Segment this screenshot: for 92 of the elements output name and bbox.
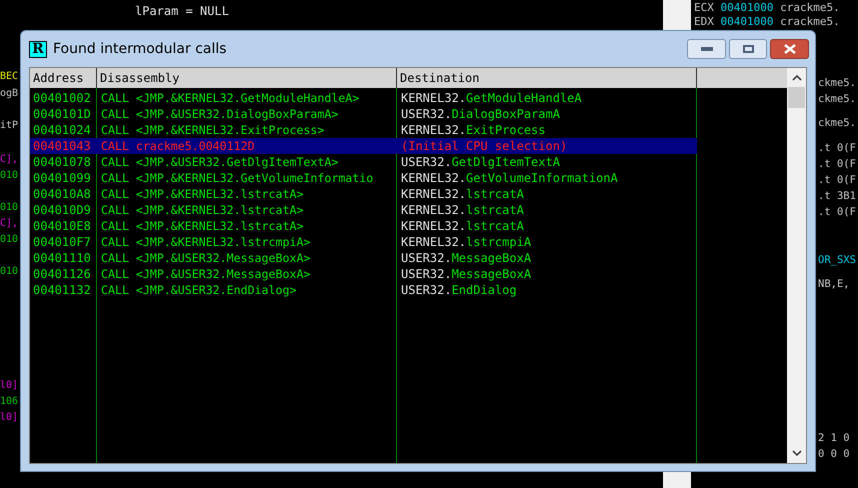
register-fragment: .t 0(F bbox=[818, 205, 856, 219]
register-fragment: ckme5. bbox=[818, 92, 856, 106]
address-cell-text: 004010A8 bbox=[32, 186, 92, 202]
destination-cell-text: USER32.GetDlgItemTextA bbox=[400, 154, 561, 170]
code-fragment: 010 bbox=[0, 201, 18, 215]
disassembly-cell-text: CALL <JMP.&KERNEL32.lstrcatA> bbox=[100, 186, 304, 202]
table-row[interactable]: 004010A8 CALL <JMP.&KERNEL32.lstrcatA> KERNEL32.lstrcatA bbox=[30, 186, 697, 202]
close-button[interactable] bbox=[770, 39, 809, 59]
code-fragment: ogB bbox=[0, 87, 18, 101]
maximize-button[interactable] bbox=[729, 39, 767, 59]
scroll-down-icon bbox=[792, 450, 802, 456]
destination-cell-text: KERNEL32.GetModuleHandleA bbox=[400, 90, 583, 106]
scroll-up-icon bbox=[792, 75, 802, 81]
disassembly-cell-text: CALL crackme5.0040112D bbox=[100, 138, 256, 154]
address-cell-text: 00401110 bbox=[32, 250, 92, 266]
register-fragment: 2 1 0 bbox=[818, 431, 850, 445]
disassembly-cell-text: CALL <JMP.&KERNEL32.GetModuleHandleA> bbox=[100, 90, 360, 106]
disassembly-cell-text: CALL <JMP.&USER32.EndDialog> bbox=[100, 282, 298, 298]
register-fragment: .t 0(F bbox=[818, 173, 856, 187]
scrollbar[interactable] bbox=[787, 68, 806, 463]
address-cell-text: 004010E8 bbox=[32, 218, 92, 234]
table-row[interactable]: 00401043 CALL crackme5.0040112D (Initial CPU selection) bbox=[30, 138, 697, 154]
scroll-thumb[interactable] bbox=[788, 87, 805, 108]
close-icon bbox=[784, 44, 796, 54]
address-cell-text: 00401024 bbox=[32, 122, 92, 138]
register-fragment: OR_SXS bbox=[818, 253, 856, 267]
register-fragment: ckme5. bbox=[818, 76, 856, 90]
code-fragment: l0] bbox=[0, 379, 18, 393]
table-row[interactable]: 00401024 CALL <JMP.&KERNEL32.ExitProcess> KERNEL32.ExitProcess bbox=[30, 122, 697, 138]
register-fragment: 0 0 0 bbox=[818, 447, 850, 461]
destination-cell-text: KERNEL32.lstrcatA bbox=[400, 202, 525, 218]
address-cell-text: 0040101D bbox=[32, 106, 92, 122]
destination-cell-text: KERNEL32.lstrcatA bbox=[400, 218, 525, 234]
code-fragment: C], bbox=[0, 153, 18, 167]
register-line: ECX 00401000 crackme5. bbox=[694, 1, 840, 15]
code-fragment: 010 bbox=[0, 233, 18, 247]
address-cell-text: 00401078 bbox=[32, 154, 92, 170]
table-row[interactable]: 004010F7 CALL <JMP.&KERNEL32.lstrcmpiA> KERNEL32.lstrcmpiA bbox=[30, 234, 697, 250]
destination-cell-text: KERNEL32.lstrcmpiA bbox=[400, 234, 532, 250]
disassembly-cell-text: CALL <JMP.&KERNEL32.lstrcatA> bbox=[100, 202, 304, 218]
code-fragment: 010 bbox=[0, 169, 18, 183]
destination-cell-text: USER32.MessageBoxA bbox=[400, 250, 532, 266]
address-cell-text: 00401002 bbox=[32, 90, 92, 106]
destination-cell-text: USER32.MessageBoxA bbox=[400, 266, 532, 282]
destination-cell-text: KERNEL32.ExitProcess bbox=[400, 122, 547, 138]
disassembly-cell-text: CALL <JMP.&USER32.MessageBoxA> bbox=[100, 266, 312, 282]
destination-cell-text: USER32.EndDialog bbox=[400, 282, 518, 298]
column-header[interactable]: Destination bbox=[397, 68, 697, 88]
table-row[interactable]: 00401132 CALL <JMP.&USER32.EndDialog> USER32.EndDialog bbox=[30, 282, 697, 298]
table-row[interactable]: 00401002 CALL <JMP.&KERNEL32.GetModuleHandleA> KERNEL32.GetModuleHandleA bbox=[30, 90, 697, 106]
table-row[interactable]: 00401078 CALL <JMP.&USER32.GetDlgItemTextA> USER32.GetDlgItemTextA bbox=[30, 154, 697, 170]
disassembly-cell-text: CALL <JMP.&USER32.MessageBoxA> bbox=[100, 250, 312, 266]
table-row[interactable]: 004010D9 CALL <JMP.&KERNEL32.lstrcatA> KERNEL32.lstrcatA bbox=[30, 202, 697, 218]
disassembly-cell-text: CALL <JMP.&USER32.DialogBoxParamA> bbox=[100, 106, 340, 122]
code-fragment: BEC bbox=[0, 70, 18, 84]
window-title: Found intermodular calls bbox=[53, 40, 227, 58]
destination-cell-text: USER32.DialogBoxParamA bbox=[400, 106, 561, 122]
code-fragment: 106 bbox=[0, 395, 18, 409]
destination-cell-text: KERNEL32.lstrcatA bbox=[400, 186, 525, 202]
disassembly-cell-text: CALL <JMP.&KERNEL32.lstrcmpiA> bbox=[100, 234, 312, 250]
address-cell-text: 004010F7 bbox=[32, 234, 92, 250]
table-row[interactable]: 00401126 CALL <JMP.&USER32.MessageBoxA> USER32.MessageBoxA bbox=[30, 266, 697, 282]
address-cell-text: 004010D9 bbox=[32, 202, 92, 218]
address-cell-text: 00401043 bbox=[32, 138, 92, 154]
disassembly-cell-text: CALL <JMP.&KERNEL32.lstrcatA> bbox=[100, 218, 304, 234]
code-fragment: 010 bbox=[0, 265, 18, 279]
destination-cell-text: (Initial CPU selection) bbox=[400, 138, 568, 154]
app-icon: R bbox=[29, 40, 47, 58]
minimize-button[interactable] bbox=[687, 39, 726, 59]
code-fragment: C], bbox=[0, 217, 18, 231]
table-row[interactable]: 004010E8 CALL <JMP.&KERNEL32.lstrcatA> KERNEL32.lstrcatA bbox=[30, 218, 697, 234]
disassembly-cell-text: CALL <JMP.&USER32.GetDlgItemTextA> bbox=[100, 154, 340, 170]
register-fragment: .t 0(F bbox=[818, 141, 856, 155]
register-fragment: ckme5. bbox=[818, 116, 856, 130]
disassembly-cell-text: CALL <JMP.&KERNEL32.GetVolumeInformatio bbox=[100, 170, 374, 186]
destination-cell-text: KERNEL32.GetVolumeInformationA bbox=[400, 170, 619, 186]
table-row[interactable]: 0040101D CALL <JMP.&USER32.DialogBoxParamA> USER32.DialogBoxParamA bbox=[30, 106, 697, 122]
register-fragment: NB,E, bbox=[818, 277, 850, 291]
address-cell-text: 00401126 bbox=[32, 266, 92, 282]
table-row[interactable]: 00401099 CALL <JMP.&KERNEL32.GetVolumeInformatio KERNEL32.GetVolumeInformationA bbox=[30, 170, 697, 186]
code-text: lParam = NULL bbox=[135, 3, 229, 20]
address-cell-text: 00401099 bbox=[32, 170, 92, 186]
register-fragment: .t 3B1 bbox=[818, 189, 856, 203]
register-fragment: .t 0(F bbox=[818, 157, 856, 171]
address-cell-text: 00401132 bbox=[32, 282, 92, 298]
column-header[interactable]: Disassembly bbox=[97, 68, 397, 88]
column-header[interactable]: Address bbox=[30, 68, 97, 88]
code-fragment: l0] bbox=[0, 411, 18, 425]
register-line: EDX 00401000 crackme5. bbox=[694, 15, 840, 29]
disassembly-cell-text: CALL <JMP.&KERNEL32.ExitProcess> bbox=[100, 122, 326, 138]
table-row[interactable]: 00401110 CALL <JMP.&USER32.MessageBoxA> USER32.MessageBoxA bbox=[30, 250, 697, 266]
code-fragment: itP bbox=[0, 119, 18, 133]
